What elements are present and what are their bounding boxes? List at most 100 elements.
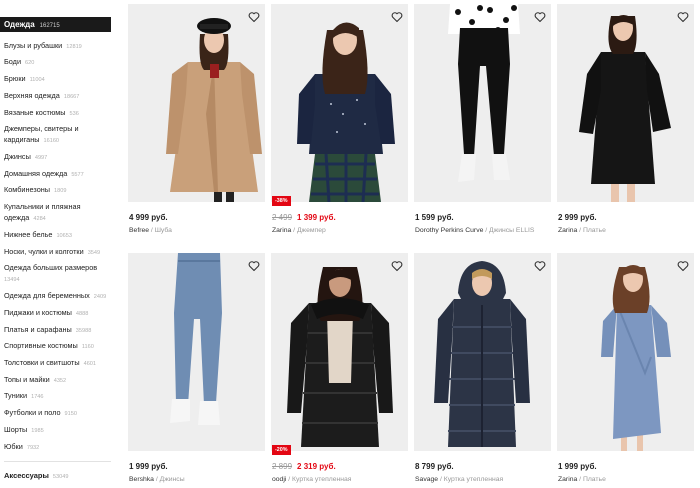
- product-photo[interactable]: [557, 4, 694, 202]
- sidebar-item-count: 12819: [66, 44, 82, 50]
- sidebar-item-label: Вязаные костюмы: [4, 108, 66, 117]
- sidebar-item-label: Одежда для беременных: [4, 291, 90, 300]
- sidebar-item-sweaters[interactable]: Джемперы, свитеры и кардиганы 16160: [4, 123, 112, 147]
- sidebar-item-accessories[interactable]: Аксессуары 53049: [4, 471, 68, 480]
- product-meta[interactable]: Bershka / Джинсы: [129, 476, 185, 483]
- product-meta[interactable]: oodji / Куртка утепленная: [272, 476, 351, 483]
- heart-icon[interactable]: [534, 10, 546, 23]
- product-photo[interactable]: [557, 253, 694, 451]
- sidebar-item-blouses[interactable]: Блузы и рубашки 12819: [4, 40, 112, 53]
- sidebar-item-hoodies[interactable]: Толстовки и свитшоты 4601: [4, 357, 112, 370]
- sidebar-item-count: 11004: [29, 77, 45, 83]
- heart-icon[interactable]: [677, 10, 689, 23]
- sidebar-item-blazers[interactable]: Пиджаки и костюмы 4888: [4, 307, 112, 320]
- product-brand: Zarina: [558, 476, 578, 483]
- price-value: 8 799 руб.: [415, 462, 454, 471]
- sidebar-item-label: Домашняя одежда: [4, 169, 68, 178]
- sidebar-item-count: 18667: [63, 94, 80, 100]
- heart-icon[interactable]: [248, 10, 260, 23]
- product-meta[interactable]: Savage / Куртка утепленная: [415, 476, 503, 483]
- product-photo-navy-sweater: [271, 4, 408, 202]
- sidebar-item-tops[interactable]: Топы и майки 4352: [4, 374, 112, 387]
- heart-icon[interactable]: [391, 259, 403, 272]
- sidebar-item-trousers[interactable]: Брюки 11004: [4, 73, 112, 86]
- sidebar-item-jumpsuits[interactable]: Комбинезоны 1809: [4, 184, 112, 197]
- price-value: 2 999 руб.: [558, 213, 597, 222]
- sidebar-item-count: 620: [25, 60, 35, 66]
- product-brand: Dorothy Perkins Curve: [415, 227, 484, 234]
- product-price: 1 599 руб.: [415, 213, 454, 222]
- product-card[interactable]: -20% 2 899 2 319 руб. oodji / Куртка утеп…: [271, 253, 408, 488]
- product-meta[interactable]: Befree / Шуба: [129, 227, 172, 234]
- sidebar-item-skirts[interactable]: Юбки 7932: [4, 441, 112, 454]
- sidebar-item-count: 16160: [43, 138, 60, 144]
- product-photo[interactable]: [128, 253, 265, 451]
- sidebar-item-count: 4888: [75, 311, 89, 317]
- product-meta[interactable]: Zarina / Платье: [558, 227, 606, 234]
- sidebar-item-tracksuits[interactable]: Спортивные костюмы 1160: [4, 340, 112, 353]
- price-value: 1 999 руб.: [129, 462, 168, 471]
- sidebar-item-label: Аксессуары: [4, 471, 49, 480]
- product-category: Джинсы ELLIS: [489, 227, 535, 234]
- sidebar-item-plus-size[interactable]: Одежда больших размеров 13494: [4, 262, 112, 286]
- product-photo-black-puffer: [271, 253, 408, 451]
- heart-icon[interactable]: [248, 259, 260, 272]
- product-category: Джемпер: [296, 227, 326, 234]
- product-photo-navy-puffer: [414, 253, 551, 451]
- sidebar-item-count: 4601: [83, 361, 97, 367]
- sidebar-item-count: 10653: [56, 233, 72, 239]
- price-value: 4 999 руб.: [129, 213, 168, 222]
- heart-icon[interactable]: [677, 259, 689, 272]
- product-photo[interactable]: [414, 4, 551, 202]
- sidebar-item-count: 1985: [31, 428, 44, 434]
- product-card[interactable]: 1 999 руб. Bershka / Джинсы: [128, 253, 265, 488]
- sidebar-item-label: Толстовки и свитшоты: [4, 358, 80, 367]
- product-category: Джинсы: [159, 476, 185, 483]
- product-photo-teddy-coat: [128, 4, 265, 202]
- sidebar-item-label: Носки, чулки и колготки: [4, 247, 84, 256]
- product-card[interactable]: 4 999 руб. Befree / Шуба: [128, 4, 265, 242]
- sidebar-item-maternity[interactable]: Одежда для беременных 2409: [4, 290, 112, 303]
- sidebar-item-count: 1160: [81, 344, 94, 350]
- sidebar-item-count: 2409: [93, 294, 107, 300]
- product-card[interactable]: 1 999 руб. Zarina / Платье: [557, 253, 694, 488]
- sidebar-item-label: Топы и майки: [4, 375, 50, 384]
- product-photo-blue-dress: [557, 253, 694, 451]
- product-card[interactable]: 2 999 руб. Zarina / Платье: [557, 4, 694, 242]
- sidebar-item-tshirts[interactable]: Футболки и поло 9150: [4, 407, 112, 420]
- sidebar-item-underwear[interactable]: Нижнее белье 10653: [4, 229, 112, 242]
- product-photo[interactable]: [271, 4, 408, 202]
- sidebar-item-tunics[interactable]: Туники 1746: [4, 390, 112, 403]
- product-photo[interactable]: [414, 253, 551, 451]
- sidebar-item-label: Одежда больших размеров: [4, 263, 98, 272]
- sidebar-item-count: 4997: [34, 155, 48, 161]
- product-card[interactable]: 8 799 руб. Savage / Куртка утепленная: [414, 253, 551, 488]
- sidebar-item-dresses[interactable]: Платья и сарафаны 35988: [4, 324, 112, 337]
- product-meta[interactable]: Dorothy Perkins Curve / Джинсы ELLIS: [415, 227, 534, 234]
- product-photo[interactable]: [271, 253, 408, 451]
- sidebar-item-label: Нижнее белье: [4, 230, 53, 239]
- sidebar-item-label: Спортивные костюмы: [4, 341, 78, 350]
- product-card[interactable]: 1 599 руб. Dorothy Perkins Curve / Джинс…: [414, 4, 551, 242]
- sidebar-item-jeans[interactable]: Джинсы 4997: [4, 151, 112, 164]
- sidebar-active-category[interactable]: Одежда 162715: [0, 17, 111, 32]
- sidebar-item-homewear[interactable]: Домашняя одежда 5577: [4, 168, 112, 181]
- sidebar-item-bodysuits[interactable]: Боди 620: [4, 56, 112, 69]
- heart-icon[interactable]: [391, 10, 403, 23]
- product-card[interactable]: -38% 2 499 1 399 руб. Zarina / Джемпер: [271, 4, 408, 242]
- sidebar-item-label: Комбинезоны: [4, 185, 51, 194]
- heart-icon[interactable]: [534, 259, 546, 272]
- sidebar-item-shorts[interactable]: Шорты 1985: [4, 424, 112, 437]
- sidebar-item-swimwear[interactable]: Купальники и пляжная одежда 4284: [4, 201, 112, 225]
- sidebar-item-label: Брюки: [4, 74, 26, 83]
- sidebar-item-knit-suits[interactable]: Вязаные костюмы 536: [4, 107, 112, 120]
- product-brand: Zarina: [558, 227, 578, 234]
- product-price: 4 999 руб.: [129, 213, 168, 222]
- sidebar-item-outerwear[interactable]: Верхняя одежда 18667: [4, 90, 112, 103]
- product-category: Куртка утепленная: [443, 476, 504, 483]
- product-meta[interactable]: Zarina / Джемпер: [272, 227, 326, 234]
- product-meta[interactable]: Zarina / Платье: [558, 476, 606, 483]
- sidebar-item-count: 1809: [54, 188, 67, 194]
- product-photo[interactable]: [128, 4, 265, 202]
- sidebar-item-socks[interactable]: Носки, чулки и колготки 3549: [4, 246, 112, 259]
